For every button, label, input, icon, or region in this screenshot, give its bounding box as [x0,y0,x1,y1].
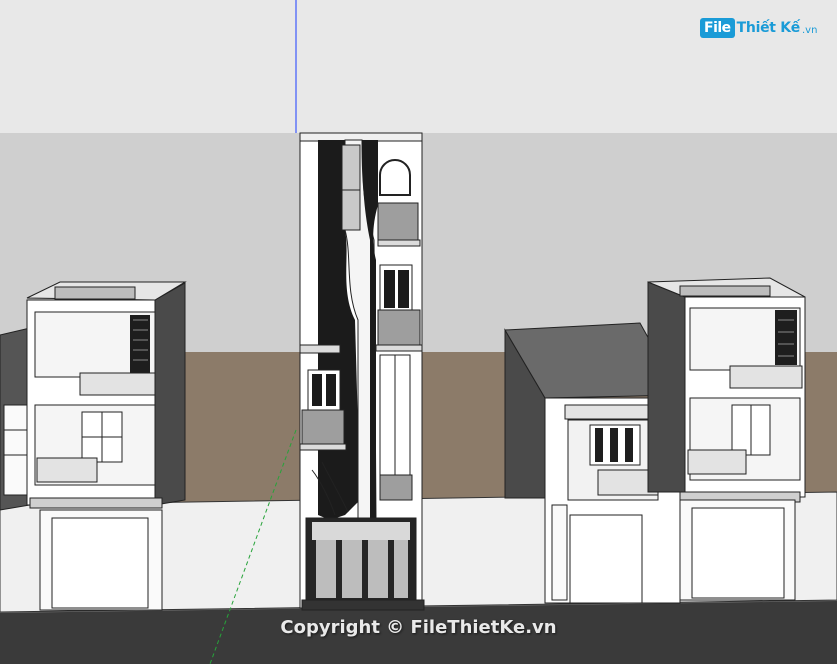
3d-model-scene[interactable] [0,0,837,664]
filethietke-logo: File Thiết Kế .vn [700,14,817,42]
copyright-watermark: Copyright © FileThietKe.vn [280,617,557,638]
logo-badge: File [700,18,735,38]
sketchup-viewport[interactable]: File Thiết Kế .vn Copyright © FileThietK… [0,0,837,664]
main-townhouse[interactable] [299,132,425,611]
building-far-left [0,327,31,511]
building-left [26,281,187,611]
logo-text: Thiết Kế [736,20,801,36]
logo-suffix: .vn [801,24,818,36]
